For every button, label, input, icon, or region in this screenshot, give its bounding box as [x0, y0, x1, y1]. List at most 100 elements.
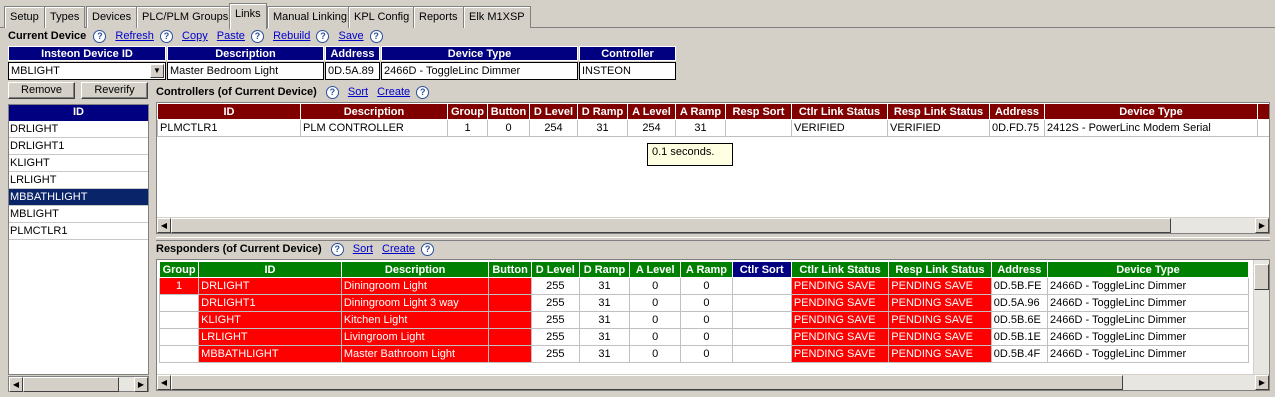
- device-description-field[interactable]: Master Bedroom Light: [167, 62, 324, 80]
- table-cell[interactable]: PENDING SAVE: [790, 328, 890, 346]
- column-header[interactable]: Description: [300, 103, 448, 120]
- table-cell[interactable]: 2466D - ToggleLinc Dimmer: [1047, 277, 1249, 295]
- table-cell[interactable]: 255: [530, 311, 580, 329]
- column-header[interactable]: Group: [158, 261, 200, 278]
- column-header[interactable]: Ct: [1257, 103, 1269, 120]
- table-cell[interactable]: 31: [577, 119, 628, 137]
- table-cell[interactable]: Master Bathroom Light: [340, 345, 490, 363]
- table-cell[interactable]: 0: [629, 345, 682, 363]
- table-cell[interactable]: 0: [629, 277, 682, 295]
- chevron-down-icon[interactable]: ▼: [150, 64, 164, 78]
- column-header[interactable]: A Ramp: [680, 261, 733, 278]
- table-cell[interactable]: 255: [530, 294, 580, 312]
- list-item[interactable]: DRLIGHT: [9, 121, 148, 138]
- table-cell[interactable]: 0: [680, 277, 733, 295]
- column-header[interactable]: D Level: [529, 103, 578, 120]
- column-header[interactable]: Resp Sort: [725, 103, 792, 120]
- responders-vertical-scrollbar[interactable]: [1253, 260, 1269, 374]
- scroll-thumb[interactable]: [171, 218, 1171, 233]
- column-header[interactable]: Ctlr Link Status: [790, 261, 890, 278]
- table-cell[interactable]: [158, 345, 200, 363]
- arrow-left-icon[interactable]: ◀: [157, 218, 171, 233]
- remove-button[interactable]: Remove: [8, 82, 75, 99]
- help-icon[interactable]: ?: [251, 30, 264, 43]
- device-controller-field[interactable]: INSTEON: [579, 62, 676, 80]
- table-cell[interactable]: 255: [530, 277, 580, 295]
- table-cell[interactable]: [488, 328, 532, 346]
- tab-reports[interactable]: Reports: [413, 6, 464, 28]
- list-item[interactable]: LRLIGHT: [9, 172, 148, 189]
- table-cell[interactable]: [731, 328, 792, 346]
- column-header[interactable]: Group: [447, 103, 488, 120]
- table-cell[interactable]: VERIFIED: [887, 119, 990, 137]
- help-icon[interactable]: ?: [316, 30, 330, 43]
- rebuild-link[interactable]: Rebuild: [273, 30, 310, 42]
- table-cell[interactable]: 255: [530, 328, 580, 346]
- column-header[interactable]: Description: [340, 261, 490, 278]
- table-cell[interactable]: [158, 311, 200, 329]
- table-cell[interactable]: [731, 277, 792, 295]
- column-header[interactable]: A Ramp: [675, 103, 726, 120]
- table-cell[interactable]: 0D.5B.4F: [990, 345, 1049, 363]
- arrow-right-icon[interactable]: ▶: [1255, 375, 1269, 390]
- column-header[interactable]: D Level: [530, 261, 580, 278]
- device-type-field[interactable]: 2466D - ToggleLinc Dimmer: [381, 62, 578, 80]
- table-cell[interactable]: 2466D - ToggleLinc Dimmer: [1047, 328, 1249, 346]
- column-header[interactable]: Resp Link Status: [888, 261, 992, 278]
- copy-link[interactable]: Copy: [182, 30, 208, 42]
- table-cell[interactable]: 0: [629, 294, 682, 312]
- list-item[interactable]: DRLIGHT1: [9, 138, 148, 155]
- table-cell[interactable]: [158, 294, 200, 312]
- column-header[interactable]: Address: [989, 103, 1045, 120]
- table-cell[interactable]: 31: [578, 345, 631, 363]
- table-cell[interactable]: [731, 345, 792, 363]
- table-cell[interactable]: VERIFIED: [791, 119, 888, 137]
- table-cell[interactable]: Kitchen Light: [340, 311, 490, 329]
- table-cell[interactable]: 0D.5A.96: [990, 294, 1049, 312]
- table-row[interactable]: PLMCTLR1 PLM CONTROLLER 1 0 254 31 254 31 VERIFI…: [157, 119, 1269, 137]
- refresh-link[interactable]: Refresh: [115, 30, 154, 42]
- table-cell[interactable]: Livingroom Light: [340, 328, 490, 346]
- table-cell[interactable]: 1: [447, 119, 488, 137]
- table-cell[interactable]: 254: [627, 119, 676, 137]
- table-cell[interactable]: LRLIGHT: [198, 328, 342, 346]
- table-cell[interactable]: 0D.5B.6E: [990, 311, 1049, 329]
- help-icon[interactable]: ?: [93, 30, 107, 43]
- table-cell[interactable]: [488, 294, 532, 312]
- table-cell[interactable]: 0: [680, 345, 733, 363]
- table-cell[interactable]: [488, 277, 532, 295]
- arrow-right-icon[interactable]: ▶: [1255, 218, 1269, 233]
- table-cell[interactable]: 1: [158, 277, 200, 295]
- tab-elk-m1xsp[interactable]: Elk M1XSP: [463, 6, 531, 28]
- table-cell[interactable]: PLMCTLR1: [157, 119, 301, 137]
- column-header[interactable]: ID: [198, 261, 342, 278]
- table-cell[interactable]: PENDING SAVE: [790, 294, 890, 312]
- table-cell[interactable]: [158, 328, 200, 346]
- table-cell[interactable]: Diningroom Light 3 way: [340, 294, 490, 312]
- table-cell[interactable]: PLM CONTROLLER: [300, 119, 448, 137]
- responders-horizontal-scrollbar[interactable]: ◀ ▶: [157, 374, 1269, 390]
- table-cell[interactable]: 0D.FD.75: [989, 119, 1045, 137]
- column-header[interactable]: A Level: [627, 103, 676, 120]
- table-cell[interactable]: 2466D - ToggleLinc Dimmer: [1047, 294, 1249, 312]
- panel-splitter[interactable]: [156, 237, 1270, 241]
- scroll-thumb[interactable]: [23, 377, 119, 392]
- column-header[interactable]: Ctlr Link Status: [791, 103, 888, 120]
- table-cell[interactable]: KLIGHT: [198, 311, 342, 329]
- table-cell[interactable]: [1257, 119, 1269, 137]
- table-cell[interactable]: 0: [629, 311, 682, 329]
- responders-create-link[interactable]: Create: [382, 243, 415, 255]
- table-cell[interactable]: PENDING SAVE: [888, 345, 992, 363]
- table-cell[interactable]: 2412S - PowerLinc Modem Serial: [1044, 119, 1258, 137]
- controllers-create-link[interactable]: Create: [377, 86, 410, 98]
- arrow-right-icon[interactable]: ▶: [134, 377, 148, 392]
- tab-kpl-config[interactable]: KPL Config: [348, 6, 416, 28]
- table-cell[interactable]: Diningroom Light: [340, 277, 490, 295]
- help-icon[interactable]: ?: [369, 30, 383, 43]
- table-cell[interactable]: 0D.5B.FE: [990, 277, 1049, 295]
- column-header[interactable]: A Level: [629, 261, 682, 278]
- table-cell[interactable]: 0: [680, 311, 733, 329]
- tab-manual-linking[interactable]: Manual Linking: [267, 6, 353, 28]
- table-cell[interactable]: [731, 311, 792, 329]
- table-cell[interactable]: DRLIGHT1: [198, 294, 342, 312]
